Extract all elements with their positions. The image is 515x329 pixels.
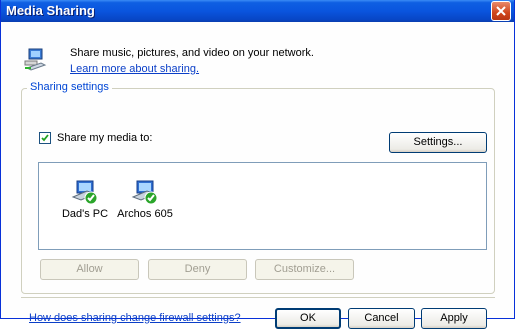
- device-item[interactable]: Archos 605: [115, 179, 175, 220]
- share-media-label: Share my media to:: [57, 132, 153, 144]
- allow-button[interactable]: Allow: [40, 259, 139, 280]
- deny-button[interactable]: Deny: [148, 259, 247, 280]
- dialog-body: Share music, pictures, and video on your…: [1, 22, 514, 329]
- network-computer-check-icon: [131, 180, 158, 205]
- intro-description: Share music, pictures, and video on your…: [70, 47, 314, 59]
- footer-divider: [21, 297, 495, 298]
- device-item[interactable]: Dad's PC: [55, 179, 115, 220]
- network-computer-check-icon: [71, 180, 98, 205]
- firewall-settings-link[interactable]: How does sharing change firewall setting…: [29, 312, 241, 324]
- customize-button[interactable]: Customize...: [255, 259, 354, 280]
- device-list[interactable]: Dad's PC Archos 605: [38, 162, 487, 250]
- apply-button[interactable]: Apply: [421, 308, 487, 329]
- checkmark-icon: [41, 134, 49, 142]
- close-icon: [496, 6, 506, 16]
- media-sharing-window: Media Sharing Share music, pictures, and…: [0, 0, 515, 329]
- window-title: Media Sharing: [6, 3, 95, 18]
- close-button[interactable]: [491, 1, 511, 21]
- ok-button[interactable]: OK: [275, 308, 341, 329]
- device-label: Archos 605: [117, 208, 173, 220]
- share-media-checkbox[interactable]: [39, 132, 51, 144]
- title-bar[interactable]: Media Sharing: [1, 0, 514, 22]
- settings-button[interactable]: Settings...: [389, 132, 487, 153]
- device-label: Dad's PC: [61, 208, 109, 220]
- cancel-button[interactable]: Cancel: [348, 308, 415, 329]
- learn-more-link[interactable]: Learn more about sharing.: [70, 63, 199, 75]
- sharing-settings-legend: Sharing settings: [27, 81, 112, 93]
- media-sharing-icon: [23, 46, 49, 75]
